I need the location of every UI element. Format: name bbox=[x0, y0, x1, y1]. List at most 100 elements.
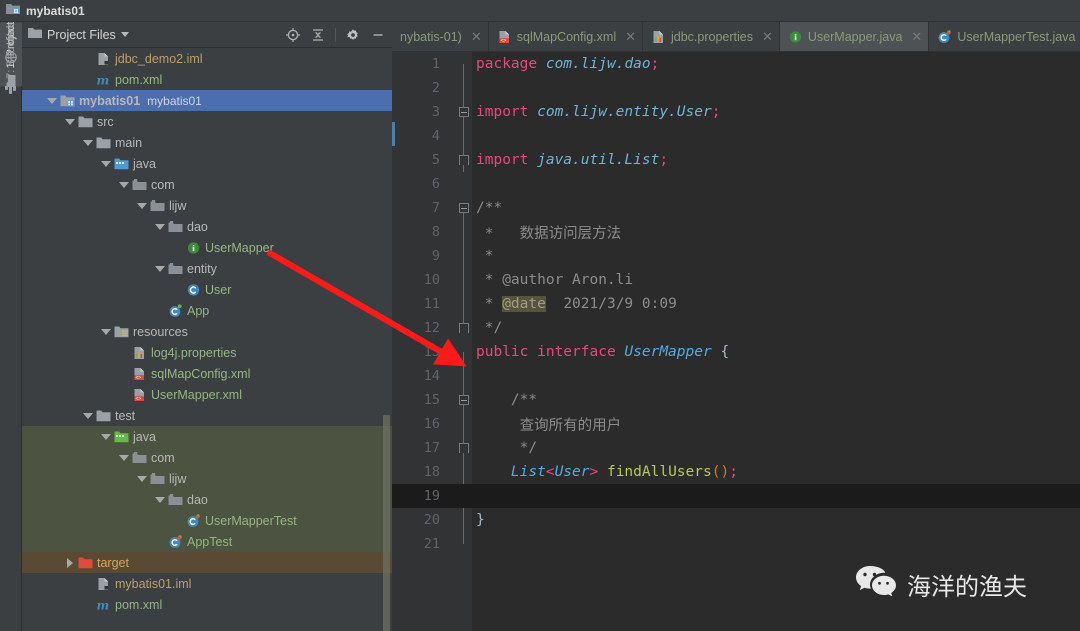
line-number: 8 bbox=[431, 224, 440, 240]
editor-tab-nybatis-01-[interactable]: nybatis-01) ✕ bbox=[392, 22, 489, 51]
tree-node-label: UserMapperTest bbox=[205, 513, 297, 528]
editor-tab-jdbc-properties[interactable]: jdbc.properties ✕ bbox=[643, 22, 780, 51]
resource-root-icon bbox=[113, 325, 129, 339]
twisty-placeholder bbox=[172, 284, 183, 295]
close-icon[interactable]: ✕ bbox=[762, 29, 773, 45]
tree-node-mybatis01[interactable]: mybatis01 mybatis01 bbox=[22, 90, 392, 111]
close-icon[interactable]: ✕ bbox=[911, 29, 922, 45]
tree-node-sqlmapconfig-xml[interactable]: <> sqlMapConfig.xml bbox=[22, 363, 392, 384]
collapse-all-icon[interactable] bbox=[308, 25, 328, 45]
test-class-icon bbox=[185, 513, 201, 528]
tree-node-user[interactable]: User bbox=[22, 279, 392, 300]
tree-node-app[interactable]: App bbox=[22, 300, 392, 321]
chevron-down-icon[interactable] bbox=[100, 158, 111, 169]
watermark-text: 海洋的渔夫 bbox=[907, 573, 1027, 601]
chevron-down-icon[interactable] bbox=[100, 431, 111, 442]
interface-icon bbox=[185, 241, 201, 255]
tree-node-com[interactable]: com bbox=[22, 174, 392, 195]
project-tree[interactable]: jdbc_demo2.iml m pom.xml mybatis01 mybatis01… bbox=[22, 48, 392, 631]
twisty-placeholder bbox=[154, 305, 165, 316]
chevron-down-icon[interactable] bbox=[136, 473, 147, 484]
gear-icon[interactable] bbox=[343, 25, 363, 45]
code-line-10: 10 * @author Aron.li bbox=[392, 268, 1080, 292]
svg-text:m: m bbox=[96, 598, 109, 612]
tree-node-usermapper-xml[interactable]: <> UserMapper.xml bbox=[22, 384, 392, 405]
tree-node-pom-xml[interactable]: m pom.xml bbox=[22, 69, 392, 90]
tree-node-usermappertest[interactable]: UserMapperTest bbox=[22, 510, 392, 531]
code-line-15: 15 /** bbox=[392, 388, 1080, 412]
tree-node-label: pom.xml bbox=[115, 72, 163, 87]
chevron-down-icon[interactable] bbox=[82, 410, 93, 421]
line-number: 15 bbox=[423, 392, 440, 408]
excluded-folder-icon bbox=[77, 556, 93, 570]
tree-node-label: entity bbox=[187, 261, 217, 276]
code-text: List<User> findAllUsers(); bbox=[510, 464, 738, 480]
code-line-21: 21 bbox=[392, 532, 1080, 556]
tree-node-log4j-properties[interactable]: log4j.properties bbox=[22, 342, 392, 363]
editor-tab-usermappertest-java[interactable]: UserMapperTest.java bbox=[929, 22, 1080, 51]
tree-node-label: mybatis01.iml bbox=[115, 576, 192, 591]
tree-node-dao[interactable]: dao bbox=[22, 489, 392, 510]
interface-icon bbox=[788, 30, 803, 44]
close-icon[interactable]: ✕ bbox=[471, 29, 482, 45]
tree-node-src[interactable]: src bbox=[22, 111, 392, 132]
twisty-placeholder bbox=[82, 74, 93, 85]
chevron-down-icon[interactable] bbox=[64, 116, 75, 127]
editor-tab-usermapper-java[interactable]: UserMapper.java ✕ bbox=[779, 22, 930, 51]
tree-node-label: AppTest bbox=[187, 534, 233, 549]
chevron-down-icon[interactable] bbox=[154, 263, 165, 274]
xml-icon: <> bbox=[131, 388, 147, 402]
code-line-17: 17 */ bbox=[392, 436, 1080, 460]
tree-node-target[interactable]: target bbox=[22, 552, 392, 573]
chevron-down-icon[interactable] bbox=[136, 200, 147, 211]
line-number: 10 bbox=[423, 272, 440, 288]
tree-node-dao[interactable]: dao bbox=[22, 216, 392, 237]
code-text: * bbox=[476, 248, 494, 264]
tree-node-label: test bbox=[115, 408, 136, 423]
project-tree-scrollbar[interactable] bbox=[383, 415, 390, 631]
code-line-7: 7 /** bbox=[392, 196, 1080, 220]
iml-file-icon bbox=[95, 52, 111, 66]
tree-node-usermapper[interactable]: UserMapper bbox=[22, 237, 392, 258]
tree-node-com[interactable]: com bbox=[22, 447, 392, 468]
locate-icon[interactable] bbox=[283, 25, 303, 45]
chevron-down-icon[interactable] bbox=[118, 452, 129, 463]
tree-node-label: dao bbox=[187, 219, 208, 234]
line-number: 14 bbox=[423, 368, 440, 384]
tree-node-main[interactable]: main bbox=[22, 132, 392, 153]
twisty-placeholder bbox=[118, 389, 129, 400]
chevron-down-icon[interactable] bbox=[118, 179, 129, 190]
chevron-down-icon[interactable] bbox=[100, 326, 111, 337]
chevron-down-icon[interactable] bbox=[154, 221, 165, 232]
tree-node-lijw[interactable]: lijw bbox=[22, 468, 392, 489]
tree-node-label: UserMapper.xml bbox=[151, 387, 242, 402]
tree-node-lijw[interactable]: lijw bbox=[22, 195, 392, 216]
chevron-right-icon[interactable] bbox=[64, 557, 75, 568]
chevron-down-icon[interactable] bbox=[82, 137, 93, 148]
chevron-down-icon[interactable] bbox=[120, 32, 129, 37]
editor-tab-sqlmapconfig-xml[interactable]: <> sqlMapConfig.xml ✕ bbox=[489, 22, 643, 51]
chevron-down-icon[interactable] bbox=[154, 494, 165, 505]
tree-node-label: UserMapper bbox=[205, 240, 274, 255]
code-line-9: 9 * bbox=[392, 244, 1080, 268]
tree-node-test[interactable]: test bbox=[22, 405, 392, 426]
chevron-down-icon[interactable] bbox=[46, 95, 57, 106]
tree-node-entity[interactable]: entity bbox=[22, 258, 392, 279]
minimize-icon[interactable] bbox=[368, 25, 388, 45]
line-number: 2 bbox=[431, 80, 440, 96]
tree-node-mybatis01-iml[interactable]: mybatis01.iml bbox=[22, 573, 392, 594]
line-number: 11 bbox=[423, 296, 440, 312]
code-text: * @date 2021/3/9 0:09 bbox=[476, 296, 677, 312]
rail-tab-web[interactable]: Web bbox=[0, 22, 22, 64]
svg-text:<>: <> bbox=[500, 38, 506, 44]
tree-node-pom-xml[interactable]: m pom.xml bbox=[22, 594, 392, 615]
tree-node-jdbc-demo2-iml[interactable]: jdbc_demo2.iml bbox=[22, 48, 392, 69]
maven-icon: m bbox=[95, 598, 111, 612]
tree-node-java[interactable]: java bbox=[22, 426, 392, 447]
code-editor[interactable]: 1 package com.lijw.dao; 2 3 import com.lijw.… bbox=[392, 52, 1080, 631]
editor-tab-bar[interactable]: nybatis-01) ✕ <> sqlMapConfig.xml ✕ jdbc.prop… bbox=[392, 22, 1080, 52]
tree-node-resources[interactable]: resources bbox=[22, 321, 392, 342]
close-icon[interactable]: ✕ bbox=[625, 29, 636, 45]
tree-node-apptest[interactable]: AppTest bbox=[22, 531, 392, 552]
tree-node-java[interactable]: java bbox=[22, 153, 392, 174]
